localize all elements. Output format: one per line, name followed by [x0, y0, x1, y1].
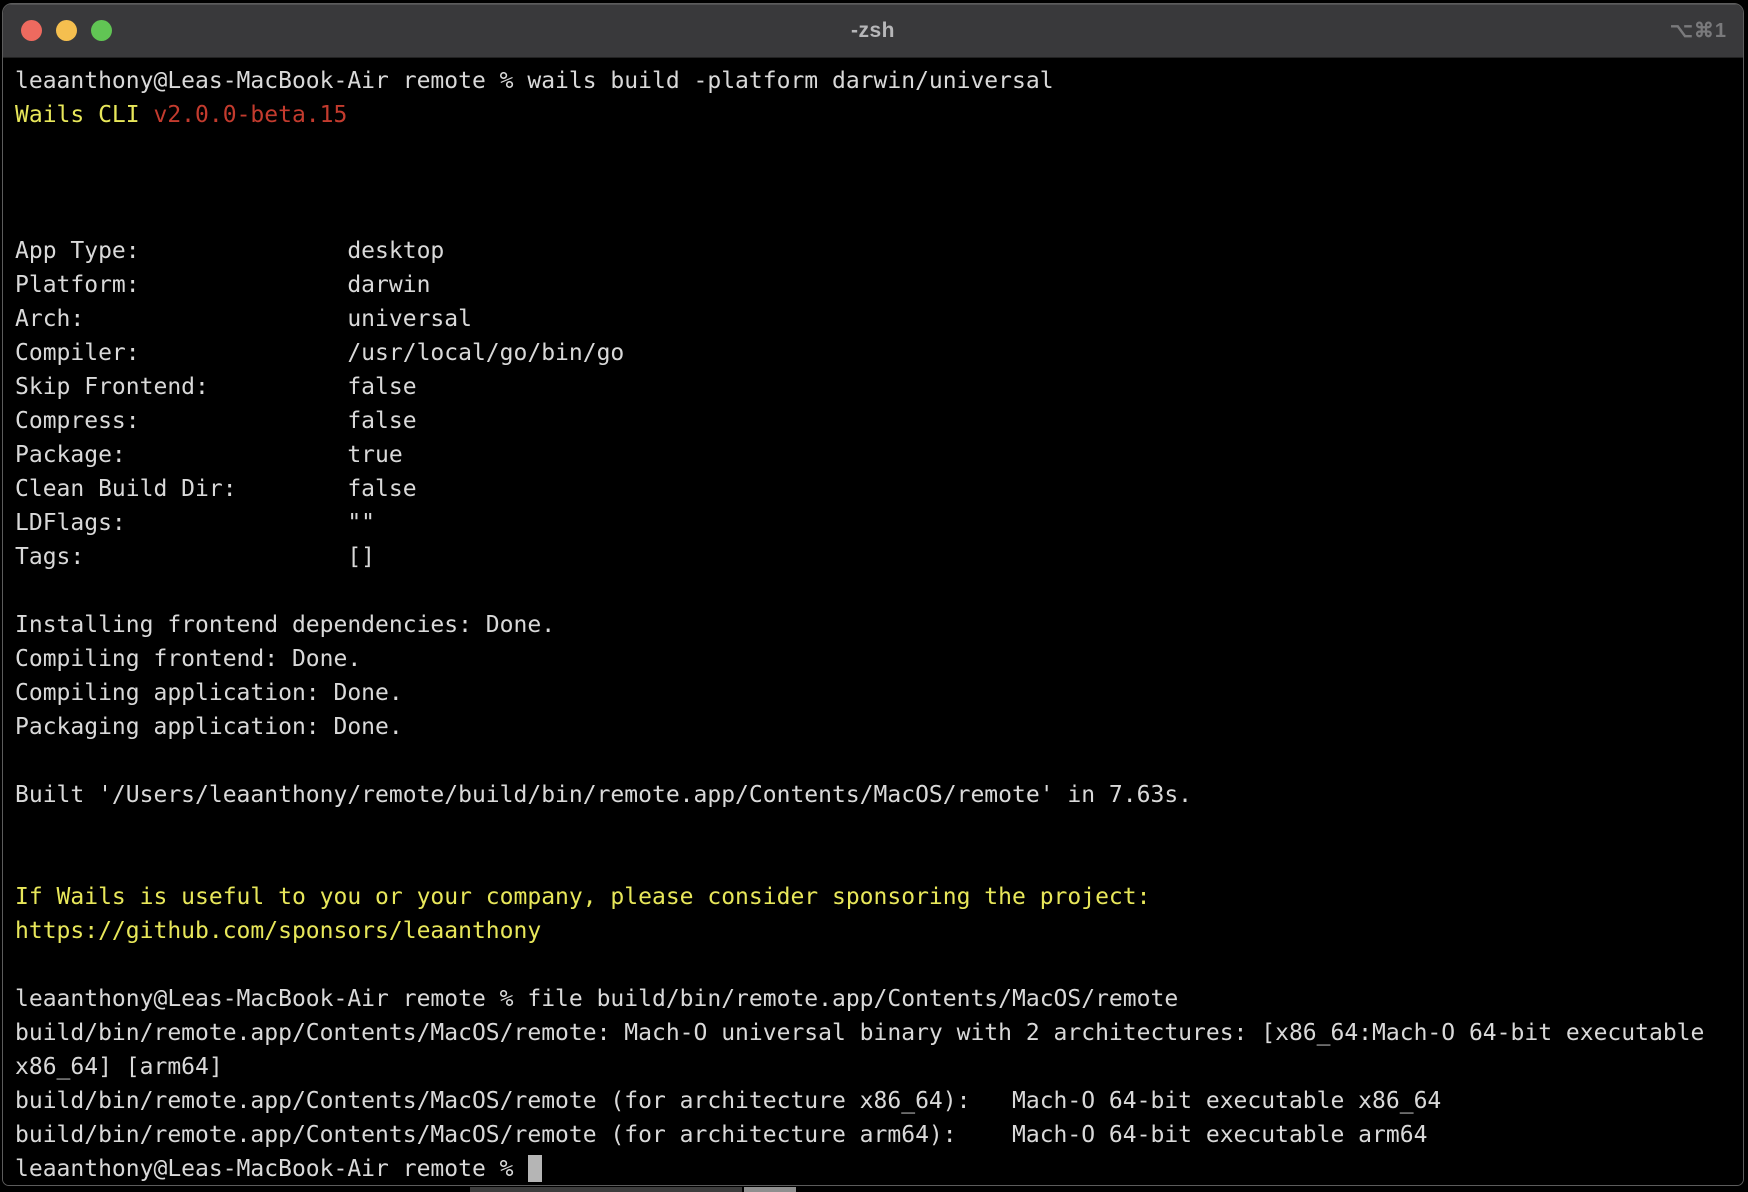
terminal-line: Package: true	[15, 438, 1743, 472]
terminal-line	[15, 948, 1743, 982]
terminal-text-segment: Package: true	[15, 442, 403, 468]
terminal-line: App Type: desktop	[15, 234, 1743, 268]
sponsor-link[interactable]: https://github.com/sponsors/leaanthony	[15, 914, 1743, 948]
terminal-text-segment: App Type: desktop	[15, 238, 444, 264]
terminal-line: Tags: []	[15, 540, 1743, 574]
terminal-line: Compiler: /usr/local/go/bin/go	[15, 336, 1743, 370]
terminal-text-segment: x86_64] [arm64]	[15, 1054, 223, 1080]
terminal-line	[15, 132, 1743, 166]
terminal-line	[15, 744, 1743, 778]
terminal-line	[15, 574, 1743, 608]
terminal-line: Packaging application: Done.	[15, 710, 1743, 744]
terminal-text-segment: Built '/Users/leaanthony/remote/build/bi…	[15, 782, 1192, 808]
window-titlebar[interactable]: -zsh ⌥⌘1	[3, 4, 1743, 58]
terminal-text-segment: Packaging application: Done.	[15, 714, 403, 740]
terminal-text-segment: build/bin/remote.app/Contents/MacOS/remo…	[15, 1122, 1427, 1148]
background-window-fragment	[744, 1187, 796, 1192]
terminal-text-segment: Compress: false	[15, 408, 417, 434]
desktop-background: -zsh ⌥⌘1 leaanthony@Leas-MacBook-Air rem…	[0, 0, 1748, 1192]
terminal-text-segment: build/bin/remote.app/Contents/MacOS/remo…	[15, 1088, 1441, 1114]
terminal-text-segment: Clean Build Dir: false	[15, 476, 417, 502]
terminal-line: Arch: universal	[15, 302, 1743, 336]
terminal-line	[15, 200, 1743, 234]
terminal-text-segment: leaanthony@Leas-MacBook-Air remote % fil…	[15, 986, 1178, 1012]
terminal-text-segment: Skip Frontend: false	[15, 374, 417, 400]
terminal-line: Platform: darwin	[15, 268, 1743, 302]
terminal-text-segment: If Wails is useful to you or your compan…	[15, 884, 1150, 910]
terminal-window: -zsh ⌥⌘1 leaanthony@Leas-MacBook-Air rem…	[2, 3, 1744, 1186]
terminal-line: build/bin/remote.app/Contents/MacOS/remo…	[15, 1016, 1743, 1050]
terminal-text-segment: Compiler: /usr/local/go/bin/go	[15, 340, 624, 366]
close-button[interactable]	[21, 20, 42, 41]
minimize-button[interactable]	[56, 20, 77, 41]
terminal-line	[15, 812, 1743, 846]
terminal-line: Built '/Users/leaanthony/remote/build/bi…	[15, 778, 1743, 812]
terminal-line	[15, 166, 1743, 200]
terminal-line: Skip Frontend: false	[15, 370, 1743, 404]
terminal-text-segment: leaanthony@Leas-MacBook-Air remote %	[15, 1156, 527, 1182]
terminal-line: Installing frontend dependencies: Done.	[15, 608, 1743, 642]
terminal-line: Clean Build Dir: false	[15, 472, 1743, 506]
terminal-text-segment: LDFlags: ""	[15, 510, 375, 536]
terminal-line: LDFlags: ""	[15, 506, 1743, 540]
terminal-line: leaanthony@Leas-MacBook-Air remote % wai…	[15, 64, 1743, 98]
terminal-line: Compiling application: Done.	[15, 676, 1743, 710]
terminal-line: leaanthony@Leas-MacBook-Air remote % fil…	[15, 982, 1743, 1016]
terminal-text-segment: Arch: universal	[15, 306, 472, 332]
terminal-screen[interactable]: leaanthony@Leas-MacBook-Air remote % wai…	[3, 58, 1743, 1185]
terminal-text-segment: https://github.com/sponsors/leaanthony	[15, 918, 541, 944]
terminal-line: build/bin/remote.app/Contents/MacOS/remo…	[15, 1084, 1743, 1118]
terminal-line: leaanthony@Leas-MacBook-Air remote %	[15, 1152, 1743, 1185]
terminal-text-segment: Compiling frontend: Done.	[15, 646, 361, 672]
terminal-line: Compiling frontend: Done.	[15, 642, 1743, 676]
terminal-text-segment: Tags: []	[15, 544, 375, 570]
terminal-text-segment: leaanthony@Leas-MacBook-Air remote % wai…	[15, 68, 1054, 94]
terminal-text-segment: build/bin/remote.app/Contents/MacOS/remo…	[15, 1020, 1704, 1046]
window-title: -zsh	[3, 19, 1743, 43]
terminal-line	[15, 846, 1743, 880]
terminal-line: Wails CLI v2.0.0-beta.15	[15, 98, 1743, 132]
terminal-line: If Wails is useful to you or your compan…	[15, 880, 1743, 914]
terminal-text-segment: Compiling application: Done.	[15, 680, 403, 706]
traffic-lights	[21, 4, 112, 57]
terminal-line: x86_64] [arm64]	[15, 1050, 1743, 1084]
terminal-text-segment: Wails CLI	[15, 102, 153, 128]
terminal-line: Compress: false	[15, 404, 1743, 438]
background-window-fragment	[470, 1187, 742, 1192]
window-shortcut-badge: ⌥⌘1	[1670, 4, 1727, 57]
terminal-line: build/bin/remote.app/Contents/MacOS/remo…	[15, 1118, 1743, 1152]
terminal-text-segment: v2.0.0-beta.15	[153, 102, 347, 128]
zoom-button[interactable]	[91, 20, 112, 41]
terminal-text-segment: Platform: darwin	[15, 272, 430, 298]
terminal-text-segment: Installing frontend dependencies: Done.	[15, 612, 555, 638]
text-cursor	[528, 1155, 542, 1182]
